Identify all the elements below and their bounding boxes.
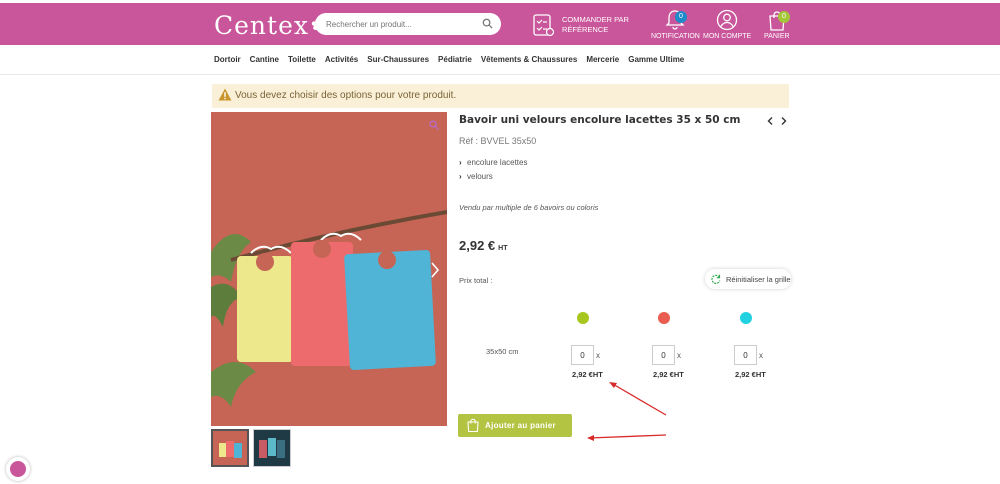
product-title: Bavoir uni velours encolure lacettes 35 …: [459, 114, 741, 126]
quantity-input-coral[interactable]: [652, 345, 675, 365]
notification-label: Notification: [651, 33, 700, 40]
main-navigation: Dortoir Cantine Toilette Activités Sur-C…: [0, 45, 1000, 75]
alert-message: Vous devez choisir des options pour votr…: [235, 90, 457, 101]
search-input[interactable]: [315, 13, 475, 35]
account-button[interactable]: Mon compte: [703, 9, 751, 40]
nav-item-cantine[interactable]: Cantine: [250, 55, 279, 64]
shopping-bag-icon: [467, 418, 479, 432]
zoom-icon[interactable]: [429, 120, 439, 130]
cart-count-badge: 0: [778, 11, 790, 23]
sold-by-note: Vendu par multiple de 6 bavoirs ou color…: [459, 203, 599, 212]
total-price-label: Prix total :: [459, 276, 493, 285]
nav-item-gamme-ultime[interactable]: Gamme Ultime: [628, 55, 684, 64]
attribute-item: › velours: [459, 172, 493, 181]
account-label: Mon compte: [703, 33, 752, 40]
unit-price: 2,92 €HT: [653, 370, 684, 379]
warning-icon: [218, 88, 232, 101]
nav-item-mercerie[interactable]: Mercerie: [586, 55, 619, 64]
multiplier-label: x: [596, 351, 600, 360]
chevron-right-icon: ›: [459, 158, 462, 167]
color-swatch-cyan[interactable]: [740, 312, 752, 324]
thumbnail-2[interactable]: [253, 429, 291, 467]
help-icon: [10, 461, 26, 477]
checklist-icon: [533, 14, 555, 37]
previous-product-icon[interactable]: [767, 117, 774, 125]
order-by-reference-label: Commander par référence: [562, 15, 629, 34]
nav-item-vetements-chaussures[interactable]: Vêtements & Chaussures: [481, 55, 577, 64]
attribute-label: velours: [467, 172, 493, 181]
chevron-right-icon: ›: [459, 172, 462, 181]
quantity-input-green[interactable]: [571, 345, 594, 365]
product-price: 2,92 € HT: [459, 238, 508, 253]
next-product-icon[interactable]: [780, 117, 787, 125]
unit-price: 2,92 €HT: [735, 370, 766, 379]
price-value: 2,92 €: [459, 238, 496, 253]
cart-label: Panier: [764, 33, 790, 40]
next-image-arrow-icon[interactable]: [430, 262, 440, 278]
nav-item-dortoir[interactable]: Dortoir: [214, 55, 241, 64]
user-icon: [716, 9, 738, 31]
reset-grid-label: Réinitialiser la grille: [726, 275, 791, 284]
search-bar: [315, 13, 501, 35]
product-main-image[interactable]: [211, 112, 447, 426]
multiplier-label: x: [677, 351, 681, 360]
nav-item-activites[interactable]: Activités: [325, 55, 358, 64]
color-swatch-green[interactable]: [577, 312, 589, 324]
logo-text: Centex: [214, 11, 309, 40]
options-warning-alert: Vous devez choisir des options pour votr…: [212, 84, 789, 108]
floating-help-button[interactable]: [6, 457, 30, 481]
annotation-arrowhead: [587, 435, 594, 441]
attribute-label: encolure lacettes: [467, 158, 528, 167]
thumbnail-1[interactable]: [211, 429, 249, 467]
attribute-item: › encolure lacettes: [459, 158, 527, 167]
nav-item-sur-chaussures[interactable]: Sur-Chaussures: [367, 55, 429, 64]
size-label: 35x50 cm: [486, 347, 519, 356]
color-swatch-coral[interactable]: [658, 312, 670, 324]
annotation-arrow-line: [610, 382, 667, 416]
annotation-arrowhead: [609, 382, 617, 388]
multiplier-label: x: [759, 351, 763, 360]
unit-price: 2,92 €HT: [572, 370, 603, 379]
notification-count-badge: 0: [675, 11, 687, 23]
quantity-input-cyan[interactable]: [734, 345, 757, 365]
add-to-cart-label: Ajouter au panier: [485, 421, 556, 430]
refresh-icon: [711, 274, 721, 284]
nav-item-pediatrie[interactable]: Pédiatrie: [438, 55, 472, 64]
reset-grid-button[interactable]: Réinitialiser la grille: [705, 269, 791, 289]
logo[interactable]: Centex✿: [214, 11, 325, 40]
product-reference: Réf : BVVEL 35x50: [459, 136, 537, 146]
annotation-arrow-line: [588, 434, 667, 439]
search-icon[interactable]: [482, 18, 493, 29]
add-to-cart-button[interactable]: Ajouter au panier: [458, 414, 572, 437]
price-suffix: HT: [498, 245, 508, 252]
nav-item-toilette[interactable]: Toilette: [288, 55, 316, 64]
site-header: Centex✿ Commander par référence Notifica…: [0, 3, 1000, 45]
